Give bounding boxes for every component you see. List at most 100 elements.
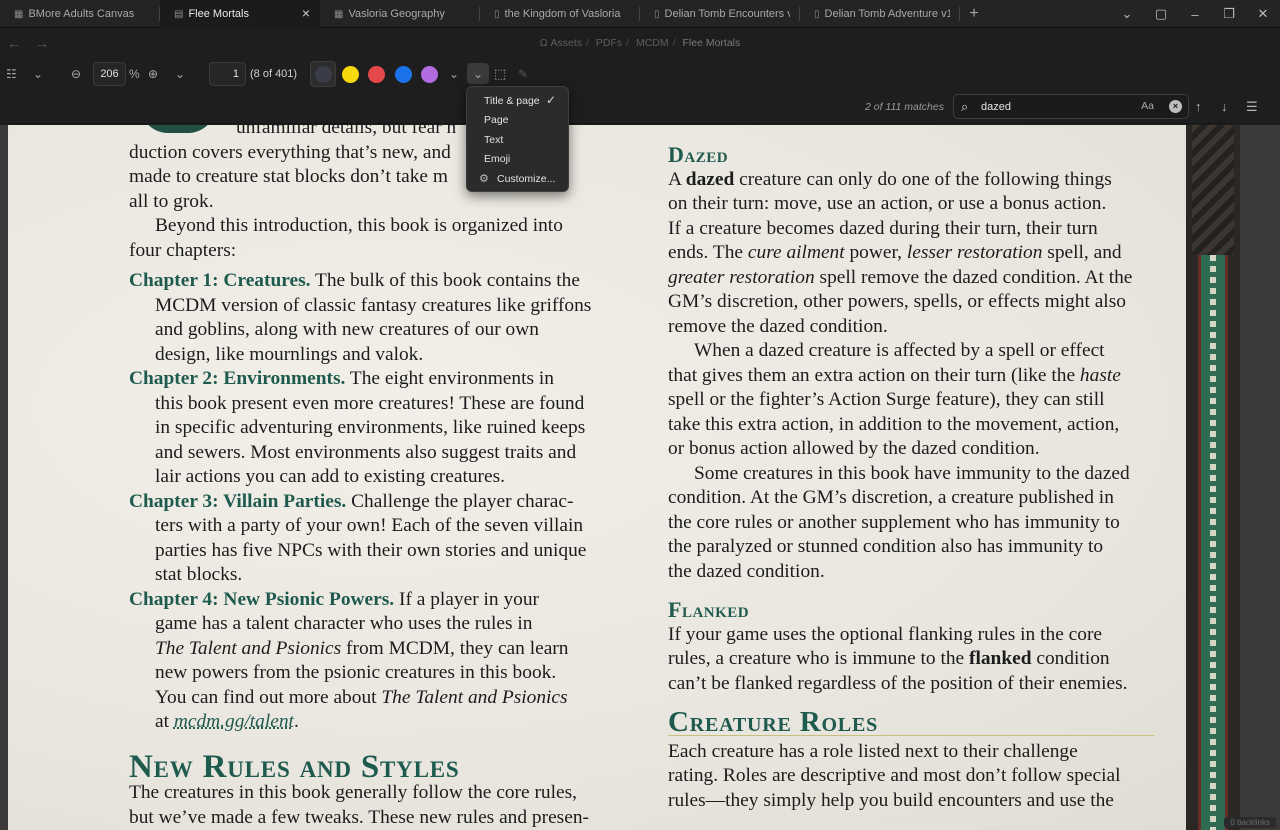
tab-list-chevron-icon[interactable]: ⌄ xyxy=(1110,6,1144,22)
menu-item-text[interactable]: Text xyxy=(467,130,568,150)
color-swatch xyxy=(394,65,412,83)
subsection-heading: Dazed xyxy=(668,142,729,167)
text-line: rules, a creature who is immune to the f… xyxy=(668,648,1110,669)
clear-search-icon[interactable]: × xyxy=(1169,100,1182,113)
checkmark-icon: ✓ xyxy=(545,93,556,107)
menu-item-title-page[interactable]: Title & page ✓ xyxy=(467,91,568,111)
sidebar-toggle-icon[interactable]: ▢ xyxy=(1144,6,1178,22)
chapter-title: Chapter 1: Creatures. xyxy=(129,270,311,291)
text-line: and sewers. Most environments also sugge… xyxy=(155,441,577,463)
pdf-viewer[interactable]: unfamiliar details, but fear n duction c… xyxy=(0,125,1280,830)
highlight-color-blue[interactable] xyxy=(390,61,416,87)
search-input[interactable] xyxy=(981,98,1131,115)
text-line: all to grok. xyxy=(129,190,214,212)
new-tab-button[interactable]: + xyxy=(960,0,988,27)
search-settings-icon[interactable]: ☰ xyxy=(1246,99,1258,115)
text-line: rules—they simply help you build encount… xyxy=(668,789,1114,811)
close-window-icon[interactable]: ✕ xyxy=(1246,6,1280,22)
next-match-arrow-icon[interactable]: ↓ xyxy=(1221,99,1228,114)
menu-item-emoji[interactable]: Emoji xyxy=(467,150,568,170)
text-line: If a creature becomes dazed during their… xyxy=(668,217,1098,239)
menu-item-label: Text xyxy=(484,133,504,146)
text-line: MCDM version of classic fantasy creature… xyxy=(155,294,592,316)
copy-format-chevron-icon[interactable]: ⌄ xyxy=(467,63,489,84)
breadcrumb-mcdm[interactable]: MCDM xyxy=(636,37,669,49)
decorative-page-border xyxy=(1186,125,1240,830)
zoom-unit: % xyxy=(129,66,140,81)
zoom-in-icon[interactable]: ⊕ xyxy=(148,57,158,90)
text-line: the paralyzed or stunned condition also … xyxy=(668,536,1104,557)
tab-label: BMore Adults Canvas xyxy=(28,8,135,20)
breadcrumb-assets[interactable]: Ω Assets xyxy=(540,37,582,49)
pdf-toolbar: ☷ ⌄ ⊖ 206 % ⊕ ⌄ 1 (8 of 401) ⌄ ⌄ ⬚ ✎ xyxy=(0,57,1280,90)
tab-flee-mortals[interactable]: ▤ Flee Mortals × xyxy=(160,0,320,28)
text-line: take this extra action, in addition to t… xyxy=(668,413,1120,435)
text-line: You can find out more about The Talent a… xyxy=(155,686,568,708)
tab-vasloria-geography[interactable]: ▦ Vasloria Geography xyxy=(320,0,480,28)
text-line: but we’ve made a few tweaks. These new r… xyxy=(129,806,589,828)
tab-delian-tomb-encounters[interactable]: ▯ Delian Tomb Encounters v... xyxy=(640,0,800,28)
text-line: at mcdm.gg/talent. xyxy=(155,711,299,732)
text-line: new powers from the psionic creatures in… xyxy=(155,662,557,683)
chain-pattern xyxy=(1210,255,1216,830)
text-line: greater restoration spell remove the daz… xyxy=(668,266,1133,288)
tab-delian-tomb-adventure[interactable]: ▯ Delian Tomb Adventure v1... xyxy=(800,0,960,28)
sidebar-thumbnails-icon[interactable]: ☷ xyxy=(6,57,17,90)
talent-link[interactable]: mcdm.gg/talent xyxy=(174,711,294,732)
text-line: in specific adventuring environments, li… xyxy=(155,417,586,438)
sidebar-chevron-down-icon[interactable]: ⌄ xyxy=(33,57,43,90)
file-icon: ▯ xyxy=(814,8,820,20)
highlight-color-none[interactable] xyxy=(310,61,336,87)
tab-label: Delian Tomb Adventure v1... xyxy=(824,8,950,20)
menu-item-page[interactable]: Page xyxy=(467,111,568,131)
menu-item-customize[interactable]: ⚙ Customize... xyxy=(467,169,568,189)
backlinks-status[interactable]: 0 backlinks xyxy=(1224,817,1276,828)
color-chevron-down-icon[interactable]: ⌄ xyxy=(449,57,459,90)
restore-icon[interactable]: ❐ xyxy=(1212,6,1246,22)
search-icon: ⌕ xyxy=(961,99,969,114)
match-case-toggle[interactable]: Aa xyxy=(1141,100,1154,112)
previous-match-arrow-icon[interactable]: ↑ xyxy=(1195,99,1202,114)
tab-label: Vasloria Geography xyxy=(348,8,445,20)
tab-kingdom-of-vasloria[interactable]: ▯ the Kingdom of Vasloria xyxy=(480,0,640,28)
search-box[interactable]: ⌕ Aa × xyxy=(953,94,1189,119)
highlight-color-yellow[interactable] xyxy=(337,61,363,87)
breadcrumb: Ω Assets / PDFs / MCDM / Flee Mortals xyxy=(539,37,741,49)
page-number-input[interactable]: 1 xyxy=(209,61,246,86)
tab-bmore-adults-canvas[interactable]: ▦ BMore Adults Canvas xyxy=(0,0,160,28)
zoom-chevron-down-icon[interactable]: ⌄ xyxy=(175,57,185,90)
menu-item-label: Title & page xyxy=(484,94,540,107)
text-line: Chapter 3: Villain Parties. Challenge th… xyxy=(129,490,574,512)
close-icon[interactable]: × xyxy=(302,5,310,21)
subsection-heading: Flanked xyxy=(668,597,750,622)
zoom-out-icon[interactable]: ⊖ xyxy=(71,57,81,90)
text-line: ters with a party of your own! Each of t… xyxy=(155,515,584,536)
text-line: Chapter 4: New Psionic Powers. If a play… xyxy=(129,588,539,610)
breadcrumb-pdfs[interactable]: PDFs xyxy=(596,37,622,49)
text-line: Chapter 2: Environments. The eight envir… xyxy=(129,368,554,389)
text-line: GM’s discretion, other powers, spells, o… xyxy=(668,291,1126,312)
breadcrumb-current[interactable]: Flee Mortals xyxy=(682,37,740,49)
file-icon: ▯ xyxy=(494,8,500,20)
text-line: Beyond this introduction, this book is o… xyxy=(155,215,563,236)
menu-item-label: Emoji xyxy=(484,153,511,166)
highlight-color-red[interactable] xyxy=(363,61,389,87)
pdf-icon: ▤ xyxy=(174,8,184,20)
file-icon: ▯ xyxy=(654,8,660,20)
text-line: spell or the fighter’s Action Surge feat… xyxy=(668,389,1105,410)
text-line: parties has five NPCs with their own sto… xyxy=(155,539,587,561)
minimize-icon[interactable]: – xyxy=(1178,7,1212,22)
color-swatch xyxy=(367,65,385,83)
text-line: rating. Roles are descriptive and most d… xyxy=(668,765,1121,786)
text-line: can’t be flanked regardless of the posit… xyxy=(668,672,1128,694)
text-line: the dazed condition. xyxy=(668,560,825,582)
left-column: unfamiliar details, but fear n duction c… xyxy=(129,125,629,830)
zoom-input[interactable]: 206 xyxy=(93,61,126,86)
text-line: Some creatures in this book have immunit… xyxy=(694,462,1130,484)
window-controls: ⌄ ▢ – ❐ ✕ xyxy=(1110,0,1280,28)
highlight-color-purple[interactable] xyxy=(416,61,442,87)
text-line: lair actions you can add to existing cre… xyxy=(155,466,505,487)
match-count: 2 of 111 matches xyxy=(865,101,944,113)
canvas-icon: ▦ xyxy=(14,8,24,20)
right-column: Dazed A dazed creature can only do one o… xyxy=(668,125,1168,813)
